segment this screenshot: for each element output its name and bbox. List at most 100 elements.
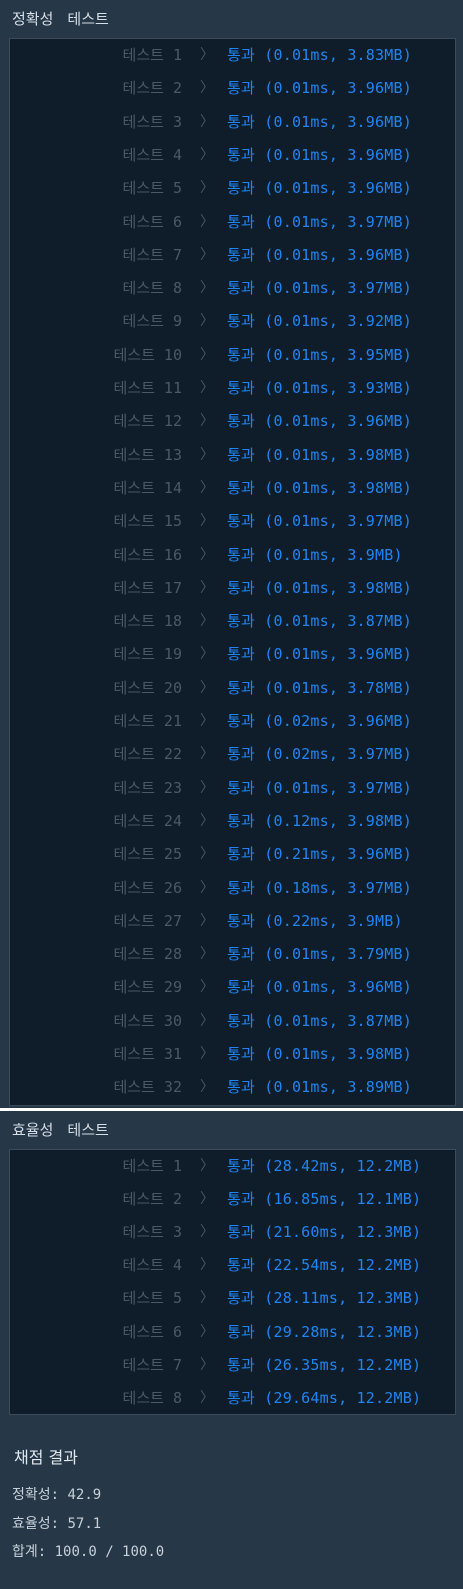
- chevron-right-icon: 〉: [200, 213, 214, 230]
- test-detail: (21.60ms, 12.3MB): [264, 1223, 422, 1242]
- test-label: 테스트 15: [113, 512, 183, 531]
- chevron-right-icon: 〉: [200, 979, 214, 996]
- test-detail: (0.01ms, 3.98MB): [264, 478, 412, 497]
- test-row: 테스트 6 〉 통과 (0.01ms, 3.97MB): [10, 206, 455, 239]
- test-result: 통과 (0.01ms, 3.98MB): [227, 572, 412, 605]
- test-status: 통과: [227, 1322, 256, 1341]
- test-result: 통과 (0.01ms, 3.97MB): [227, 206, 412, 239]
- test-label: 테스트 1: [122, 1157, 182, 1175]
- test-label: 테스트 8: [122, 1388, 182, 1407]
- test-status: 통과: [227, 478, 256, 497]
- test-row: 테스트 17 〉 통과 (0.01ms, 3.98MB): [10, 572, 455, 605]
- test-row: 테스트 20 〉 통과 (0.01ms, 3.78MB): [10, 672, 455, 705]
- chevron-right-icon: 〉: [200, 679, 214, 696]
- test-row: 테스트 12 〉 통과 (0.01ms, 3.96MB): [10, 405, 455, 438]
- test-status: 통과: [227, 46, 256, 64]
- test-status: 통과: [227, 612, 256, 631]
- test-result: 통과 (22.54ms, 12.2MB): [227, 1249, 421, 1282]
- test-label: 테스트 2: [122, 79, 182, 98]
- test-label: 테스트 27: [113, 911, 183, 930]
- test-label: 테스트 22: [113, 745, 183, 764]
- test-detail: (0.01ms, 3.98MB): [264, 445, 412, 464]
- test-label: 테스트 1: [122, 46, 182, 64]
- test-row: 테스트 24 〉 통과 (0.12ms, 3.98MB): [10, 805, 455, 838]
- test-row: 테스트 19 〉 통과 (0.01ms, 3.96MB): [10, 638, 455, 671]
- chevron-right-icon: 〉: [200, 413, 214, 430]
- chevron-right-icon: 〉: [200, 546, 214, 563]
- test-status: 통과: [227, 279, 256, 298]
- test-result: 통과 (0.01ms, 3.97MB): [227, 272, 412, 305]
- test-row: 테스트 2 〉 통과 (16.85ms, 12.1MB): [10, 1183, 455, 1216]
- test-row: 테스트 1 〉 통과 (28.42ms, 12.2MB): [10, 1150, 455, 1183]
- test-result: 통과 (0.01ms, 3.96MB): [227, 139, 412, 172]
- test-detail: (0.01ms, 3.89MB): [264, 1078, 412, 1097]
- test-row: 테스트 8 〉 통과 (0.01ms, 3.97MB): [10, 272, 455, 305]
- test-label: 테스트 24: [113, 811, 183, 830]
- test-label: 테스트 4: [122, 145, 182, 164]
- test-result: 통과 (0.02ms, 3.96MB): [227, 705, 412, 738]
- test-result: 통과 (0.01ms, 3.87MB): [227, 1005, 412, 1038]
- chevron-right-icon: 〉: [200, 346, 214, 363]
- test-status: 통과: [227, 1289, 256, 1308]
- test-result: 통과 (0.01ms, 3.83MB): [227, 39, 412, 72]
- test-status: 통과: [227, 745, 256, 764]
- chevron-right-icon: 〉: [200, 579, 214, 596]
- test-status: 통과: [227, 1256, 256, 1275]
- test-label: 테스트 12: [113, 412, 183, 431]
- test-status: 통과: [227, 1011, 256, 1030]
- test-row: 테스트 16 〉 통과 (0.01ms, 3.9MB): [10, 539, 455, 572]
- test-row: 테스트 11 〉 통과 (0.01ms, 3.93MB): [10, 372, 455, 405]
- test-status: 통과: [227, 545, 256, 564]
- test-label: 테스트 17: [113, 578, 183, 597]
- chevron-right-icon: 〉: [200, 1356, 214, 1373]
- test-status: 통과: [227, 245, 256, 264]
- test-status: 통과: [227, 345, 256, 364]
- test-result: 통과 (0.01ms, 3.98MB): [227, 1038, 412, 1071]
- test-status: 통과: [227, 578, 256, 597]
- accuracy-results-list: 테스트 1 〉 통과 (0.01ms, 3.83MB) 테스트 2 〉 통과 (0.01m…: [9, 38, 456, 1106]
- test-result: 통과 (0.01ms, 3.93MB): [227, 372, 412, 405]
- chevron-right-icon: 〉: [200, 513, 214, 530]
- test-detail: (0.02ms, 3.97MB): [264, 745, 412, 764]
- chevron-right-icon: 〉: [200, 446, 214, 463]
- test-row: 테스트 29 〉 통과 (0.01ms, 3.96MB): [10, 971, 455, 1004]
- test-status: 통과: [227, 1388, 256, 1407]
- test-result: 통과 (29.64ms, 12.2MB): [227, 1382, 421, 1415]
- test-result: 통과 (0.01ms, 3.98MB): [227, 472, 412, 505]
- chevron-right-icon: 〉: [200, 879, 214, 896]
- test-result: 통과 (0.01ms, 3.97MB): [227, 505, 412, 538]
- test-detail: (0.01ms, 3.98MB): [264, 578, 412, 597]
- test-status: 통과: [227, 179, 256, 198]
- test-detail: (0.01ms, 3.96MB): [264, 179, 412, 198]
- test-detail: (0.01ms, 3.97MB): [264, 279, 412, 298]
- test-detail: (0.01ms, 3.96MB): [264, 978, 412, 997]
- test-result: 통과 (0.01ms, 3.96MB): [227, 971, 412, 1004]
- test-row: 테스트 26 〉 통과 (0.18ms, 3.97MB): [10, 872, 455, 905]
- test-detail: (0.01ms, 3.97MB): [264, 778, 412, 797]
- test-label: 테스트 10: [113, 345, 183, 364]
- test-label: 테스트 9: [122, 312, 182, 331]
- test-row: 테스트 14 〉 통과 (0.01ms, 3.98MB): [10, 472, 455, 505]
- test-status: 통과: [227, 845, 256, 864]
- chevron-right-icon: 〉: [200, 47, 214, 63]
- test-label: 테스트 6: [122, 1322, 182, 1341]
- test-label: 테스트 2: [122, 1190, 182, 1209]
- test-row: 테스트 27 〉 통과 (0.22ms, 3.9MB): [10, 905, 455, 938]
- test-result: 통과 (0.01ms, 3.96MB): [227, 405, 412, 438]
- test-result: 통과 (26.35ms, 12.2MB): [227, 1349, 421, 1382]
- test-detail: (0.01ms, 3.96MB): [264, 112, 412, 131]
- test-label: 테스트 5: [122, 1289, 182, 1308]
- test-row: 테스트 2 〉 통과 (0.01ms, 3.96MB): [10, 72, 455, 105]
- chevron-right-icon: 〉: [200, 1191, 214, 1208]
- test-status: 통과: [227, 145, 256, 164]
- test-result: 통과 (0.21ms, 3.96MB): [227, 838, 412, 871]
- accuracy-header-suffix: 테스트: [67, 10, 109, 28]
- test-label: 테스트 26: [113, 878, 183, 897]
- test-label: 테스트 6: [122, 212, 182, 231]
- chevron-right-icon: 〉: [200, 1012, 214, 1029]
- score-title: 채점 결과: [14, 1448, 78, 1467]
- test-result: 통과 (0.01ms, 3.89MB): [227, 1071, 412, 1104]
- test-status: 통과: [227, 1223, 256, 1242]
- test-detail: (0.01ms, 3.98MB): [264, 1045, 412, 1063]
- test-label: 테스트 5: [122, 179, 182, 198]
